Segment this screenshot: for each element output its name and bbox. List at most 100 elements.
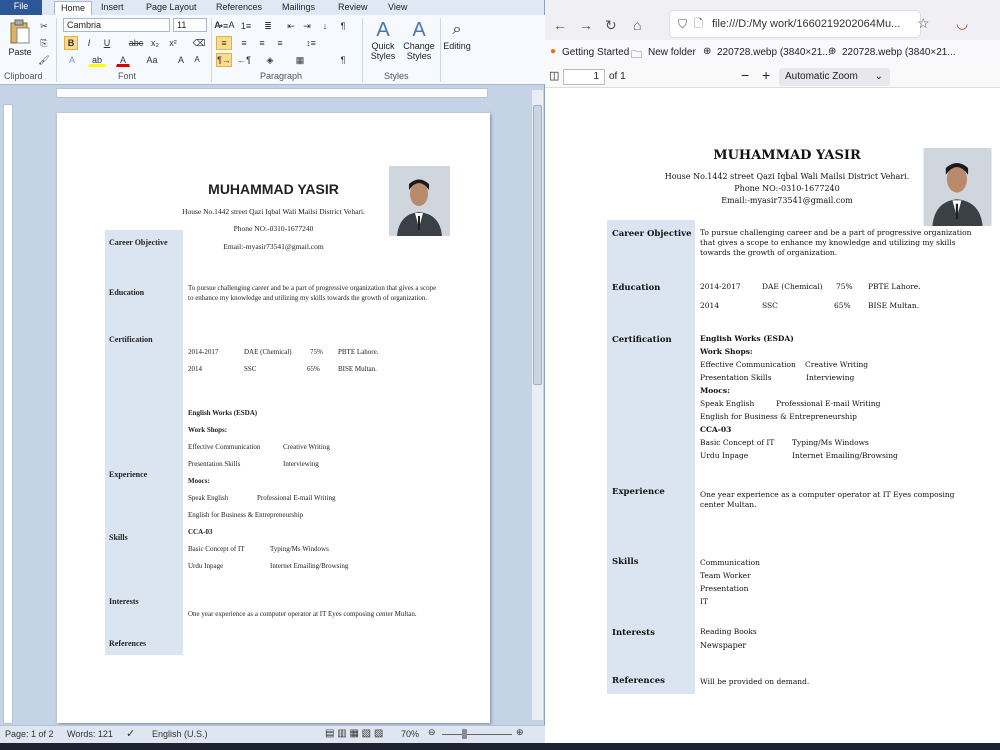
page-number-input[interactable]: 1 <box>563 69 605 85</box>
back-icon[interactable]: ← <box>553 17 567 33</box>
reload-icon[interactable]: ↻ <box>605 17 617 34</box>
align-left-icon[interactable]: ≡ <box>216 36 232 50</box>
tab-review[interactable]: Review <box>332 1 374 15</box>
tab-page-layout[interactable]: Page Layout <box>140 1 203 15</box>
zoom-level[interactable]: 70% <box>401 729 419 739</box>
font-color-icon[interactable]: A <box>116 53 130 67</box>
zoom-in-icon[interactable]: + <box>762 67 770 83</box>
experience-text: One year experience as a computer operat… <box>700 490 955 509</box>
borders-icon[interactable]: ▦ <box>290 53 310 67</box>
pilcrow-icon[interactable]: ¶ <box>336 53 350 67</box>
edu-cell: BISE Multan. <box>338 365 377 373</box>
strikethrough-button[interactable]: abc <box>126 36 146 50</box>
align-center-icon[interactable]: ≡ <box>236 36 252 50</box>
sidebar-toggle-icon[interactable]: ◫ <box>549 69 559 82</box>
format-painter-icon[interactable]: 🖌 <box>37 53 51 67</box>
line-spacing-icon[interactable]: ↕≡ <box>302 36 320 50</box>
show-formatting-icon[interactable]: ¶ <box>336 19 350 33</box>
subscript-button[interactable]: x₂ <box>148 36 162 50</box>
home-icon[interactable]: ⌂ <box>633 17 641 33</box>
italic-button[interactable]: I <box>82 36 96 50</box>
experience-text: One year experience as a computer operat… <box>188 610 417 618</box>
align-right-icon[interactable]: ≡ <box>254 36 270 50</box>
text-effects-icon[interactable]: A <box>64 53 80 67</box>
tab-insert[interactable]: Insert <box>95 1 130 15</box>
font-name-combo[interactable]: Cambria <box>63 18 170 32</box>
edu-row: 2014-2017 <box>188 348 219 356</box>
multilevel-list-icon[interactable]: ≣ <box>260 19 276 33</box>
bookmark-new-folder[interactable]: New folder <box>648 47 696 58</box>
shading-icon[interactable]: ◈ <box>260 53 280 67</box>
zoom-select[interactable]: Automatic Zoom ⌄ <box>779 68 890 86</box>
underline-button[interactable]: U <box>100 36 114 50</box>
cert-work-shops: Work Shops: <box>188 426 228 434</box>
tab-file[interactable]: File <box>0 0 42 15</box>
page-count[interactable]: Page: 1 of 2 <box>5 729 54 739</box>
copy-icon[interactable]: ⎘ <box>37 36 51 50</box>
editing-button[interactable]: ⌕ Editing <box>442 19 472 51</box>
quick-styles-button[interactable]: A Quick Styles <box>367 19 399 61</box>
scroll-thumb[interactable] <box>533 105 542 385</box>
clear-formatting-icon[interactable]: ⌫ <box>191 36 207 50</box>
edu-cell: 65% <box>834 301 851 310</box>
tab-view[interactable]: View <box>382 1 413 15</box>
horizontal-ruler[interactable] <box>56 88 488 98</box>
document-page[interactable]: MUHAMMAD YASIR House No.1442 street Qazi… <box>57 113 490 723</box>
address-bar[interactable]: ⛉ 🗋 file:///D:/My work/1660219202064Mu..… <box>670 11 920 37</box>
forward-icon[interactable]: → <box>579 17 593 33</box>
skill-item: IT <box>700 597 708 606</box>
bullet-list-icon[interactable]: •≡ <box>216 19 232 33</box>
vertical-scrollbar[interactable] <box>531 90 543 720</box>
grow-font-icon-2[interactable]: A <box>174 53 188 67</box>
edu-cell: DAE (Chemical) <box>762 282 823 291</box>
language-indicator[interactable]: English (U.S.) <box>152 729 208 739</box>
resume-email: Email:-myasir73541@gmail.com <box>721 196 853 205</box>
pocket-icon[interactable]: ◡ <box>956 15 968 32</box>
paste-button[interactable]: Paste <box>6 19 34 57</box>
sort-icon[interactable]: ↓ <box>318 19 332 33</box>
superscript-button[interactable]: x² <box>166 36 180 50</box>
cert-item: Internet Emailing/Browsing <box>270 562 349 570</box>
rtl-icon[interactable]: ←¶ <box>236 53 252 67</box>
bookmark-webp-1[interactable]: 220728.webp (3840×21... <box>717 47 831 58</box>
zoom-slider-thumb[interactable] <box>462 729 467 739</box>
highlight-icon[interactable]: ab <box>88 53 106 67</box>
cert-item: Presentation Skills <box>188 460 241 468</box>
cert-item: Internet Emailing/Browsing <box>792 451 898 460</box>
shrink-font-icon-2[interactable]: A <box>190 53 204 67</box>
view-buttons-icon[interactable]: ▤ ▥ ▦ ▧ ▨ <box>325 728 383 739</box>
cert-item: Speak English <box>700 399 755 408</box>
zoom-slider[interactable] <box>442 734 512 735</box>
cut-icon[interactable]: ✂ <box>37 19 51 33</box>
group-label-paragraph: Paragraph <box>260 71 303 81</box>
label-certification: Certification <box>109 335 153 344</box>
proofing-icon[interactable]: ✓ <box>126 727 135 740</box>
numbered-list-icon[interactable]: 1≡ <box>238 19 254 33</box>
change-case-icon[interactable]: Aa <box>143 53 161 67</box>
justify-icon[interactable]: ≡ <box>272 36 288 50</box>
word-count[interactable]: Words: 121 <box>67 729 113 739</box>
bold-button[interactable]: B <box>64 36 78 50</box>
status-bar: Page: 1 of 2 Words: 121 ✓ English (U.S.)… <box>0 725 545 743</box>
font-size-combo[interactable]: 11 <box>173 18 207 32</box>
page-info-icon[interactable]: 🗋 <box>694 11 703 37</box>
tab-references[interactable]: References <box>210 1 268 15</box>
zoom-in-icon[interactable]: ⊕ <box>516 727 524 738</box>
label-interests: Interests <box>109 597 139 606</box>
shield-icon[interactable]: ⛉ <box>678 11 687 37</box>
decrease-indent-icon[interactable]: ⇤ <box>284 19 298 33</box>
vertical-ruler[interactable] <box>3 104 13 724</box>
bookmark-star-icon[interactable]: ☆ <box>917 15 930 32</box>
zoom-out-icon[interactable]: − <box>741 67 749 83</box>
tab-home[interactable]: Home <box>54 1 93 15</box>
bookmark-getting-started[interactable]: Getting Started <box>562 47 629 58</box>
pdf-page[interactable]: MUHAMMAD YASIR House No.1442 street Qazi… <box>607 96 1000 746</box>
taskbar <box>0 743 1000 750</box>
tab-mailings[interactable]: Mailings <box>276 1 321 15</box>
label-references: References <box>612 676 665 686</box>
change-styles-button[interactable]: A Change Styles <box>402 19 436 61</box>
zoom-out-icon[interactable]: ⊖ <box>428 727 436 738</box>
increase-indent-icon[interactable]: ⇥ <box>300 19 314 33</box>
bookmark-webp-2[interactable]: 220728.webp (3840×21... <box>842 47 956 58</box>
ltr-icon[interactable]: ¶→ <box>216 53 232 67</box>
